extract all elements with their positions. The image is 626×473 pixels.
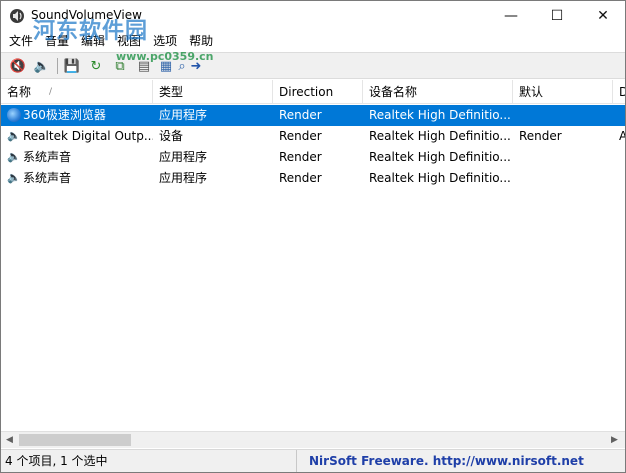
scrollbar-thumb[interactable]	[19, 434, 131, 446]
cell-device-name: Realtek High Definitio...	[369, 150, 511, 164]
row-name-text: 360极速浏览器	[23, 108, 106, 122]
column-header-extra[interactable]: D	[613, 80, 625, 104]
menu-file[interactable]: 文件	[3, 31, 39, 51]
cell-extra	[613, 147, 625, 168]
close-button[interactable]: ✕	[580, 1, 625, 31]
speaker-icon: 🔈	[7, 129, 21, 142]
cell-type: 应用程序	[153, 105, 273, 126]
cell-default	[513, 168, 613, 189]
cell-default: Render	[519, 129, 562, 143]
row-name-text: Realtek Digital Outp...	[23, 129, 153, 143]
title-bar[interactable]: SoundVolumeView — ☐ ✕	[1, 1, 625, 31]
speaker-app-icon	[10, 9, 24, 23]
app-window: SoundVolumeView — ☐ ✕ 文件 音量 编辑 视图 选项 帮助 …	[0, 0, 626, 473]
cell-name: 🔈 Realtek Digital Outp...	[1, 126, 153, 147]
properties-icon[interactable]: ▤	[135, 57, 153, 75]
sort-ascending-icon: /	[49, 87, 53, 97]
scroll-left-icon[interactable]: ◀	[1, 432, 18, 449]
menu-help[interactable]: 帮助	[183, 31, 219, 51]
cell-type: 应用程序	[159, 150, 208, 164]
row-name-text: 系统声音	[23, 171, 72, 185]
cell-type: 设备	[159, 129, 184, 143]
table-row[interactable]: 360极速浏览器 应用程序 Render Realtek High Defini…	[1, 105, 625, 126]
scroll-right-icon[interactable]: ▶	[606, 432, 623, 449]
cell-device-name: Realtek High Definitio...	[363, 105, 513, 126]
cell-type: 应用程序	[159, 171, 208, 185]
row-name-text: 系统声音	[23, 150, 72, 164]
exit-icon[interactable]: ➜	[187, 57, 205, 75]
nirsoft-credit-link[interactable]: NirSoft Freeware. http://www.nirsoft.net	[301, 450, 625, 472]
column-header-type[interactable]: 类型	[153, 80, 273, 104]
horizontal-scrollbar[interactable]: ◀ ▶	[1, 431, 625, 448]
cell-direction: Render	[279, 171, 322, 185]
speaker-icon: 🔈	[7, 150, 21, 163]
cell-default	[513, 147, 613, 168]
cell-name: 🔈 系统声音	[1, 147, 153, 168]
cell-device-name: Realtek High Definitio...	[369, 171, 511, 185]
column-header-name[interactable]: 名称 /	[1, 80, 153, 104]
copy-icon[interactable]: ⧉	[111, 57, 129, 75]
speaker-icon: 🔈	[7, 171, 21, 184]
cell-default	[513, 105, 613, 126]
save-icon[interactable]: 💾	[63, 57, 81, 75]
cell-direction: Render	[273, 105, 363, 126]
cell-name: 🔈 系统声音	[1, 168, 153, 189]
cell-direction: Render	[279, 150, 322, 164]
toolbar: 🔇 🔈 💾 ↻ ⧉ ▤ ▦ ⌕ ➜	[1, 52, 625, 79]
column-header-default[interactable]: 默认	[513, 80, 613, 104]
sound-items-list[interactable]: 名称 / 类型 Direction 设备名称 默认 D 360极速浏览器 应用程…	[1, 80, 625, 431]
window-title: SoundVolumeView	[31, 8, 142, 22]
toolbar-separator	[57, 58, 58, 74]
column-header-direction[interactable]: Direction	[273, 80, 363, 104]
menu-volume[interactable]: 音量	[39, 31, 75, 51]
refresh-icon[interactable]: ↻	[87, 57, 105, 75]
browser-icon	[7, 108, 21, 122]
maximize-button[interactable]: ☐	[534, 1, 580, 31]
menu-bar: 文件 音量 编辑 视图 选项 帮助	[1, 31, 625, 51]
menu-options[interactable]: 选项	[147, 31, 183, 51]
status-item-count: 4 个项目, 1 个选中	[5, 450, 297, 472]
cell-name: 360极速浏览器	[1, 105, 153, 126]
mute-icon[interactable]: 🔇	[9, 57, 27, 75]
table-row[interactable]: 🔈 系统声音 应用程序 Render Realtek High Definiti…	[1, 168, 625, 189]
menu-edit[interactable]: 编辑	[75, 31, 111, 51]
table-row[interactable]: 🔈 Realtek Digital Outp... 设备 Render Real…	[1, 126, 625, 147]
unmute-icon[interactable]: 🔈	[33, 57, 51, 75]
column-header-name-label: 名称	[7, 85, 32, 99]
status-bar: 4 个项目, 1 个选中 NirSoft Freeware. http://ww…	[1, 449, 625, 472]
cell-device-name: Realtek High Definitio...	[369, 129, 511, 143]
column-header-device-name[interactable]: 设备名称	[363, 80, 513, 104]
cell-extra	[613, 105, 625, 126]
cell-extra: A	[613, 126, 625, 147]
cell-extra	[613, 168, 625, 189]
cell-direction: Render	[279, 129, 322, 143]
menu-view[interactable]: 视图	[111, 31, 147, 51]
table-row[interactable]: 🔈 系统声音 应用程序 Render Realtek High Definiti…	[1, 147, 625, 168]
minimize-button[interactable]: —	[488, 1, 534, 31]
